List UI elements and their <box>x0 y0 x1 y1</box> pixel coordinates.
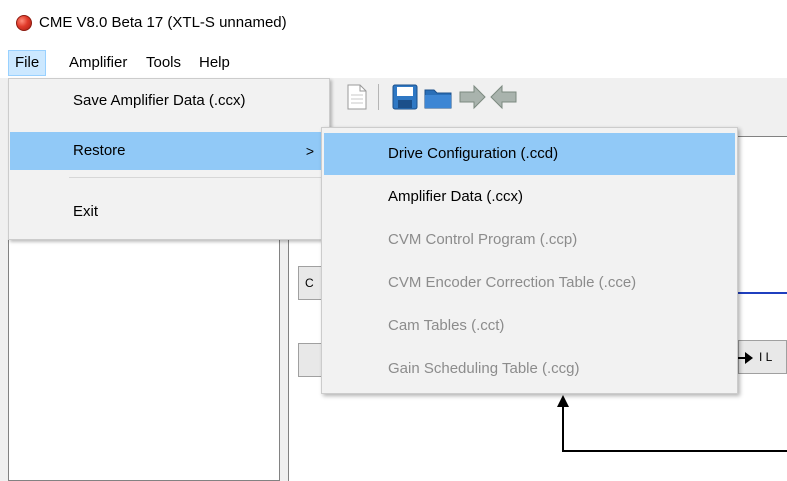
feedback-line <box>562 450 787 452</box>
open-folder-icon[interactable] <box>422 82 454 112</box>
navigation-panel <box>8 198 280 481</box>
menu-item-drive-configuration[interactable]: Drive Configuration (.ccd) <box>324 133 735 175</box>
title-bar: CME V8.0 Beta 17 (XTL-S unnamed) <box>0 0 787 48</box>
new-document-icon[interactable] <box>340 82 372 112</box>
submenu-arrow-icon: > <box>305 143 314 159</box>
restore-submenu: Drive Configuration (.ccd) Amplifier Dat… <box>321 127 738 394</box>
menu-item-restore[interactable]: Restore > <box>10 132 328 170</box>
menu-separator <box>69 177 324 178</box>
menu-item-exit[interactable]: Exit <box>10 193 328 231</box>
menu-item-save-amplifier-data[interactable]: Save Amplifier Data (.ccx) <box>10 82 328 120</box>
file-menu: Save Amplifier Data (.ccx) Restore > Exi… <box>8 78 330 240</box>
window-title: CME V8.0 Beta 17 (XTL-S unnamed) <box>39 14 287 31</box>
save-icon[interactable] <box>388 82 420 112</box>
menu-item-amplifier-data[interactable]: Amplifier Data (.ccx) <box>324 176 735 218</box>
menu-item-cvm-encoder-correction-table: CVM Encoder Correction Table (.cce) <box>388 274 637 291</box>
menu-help[interactable]: Help <box>193 50 236 76</box>
app-icon <box>16 15 32 31</box>
signal-line <box>738 292 787 294</box>
menu-bar: File Amplifier Tools Help <box>0 50 787 76</box>
menu-item-label: Restore <box>73 142 126 159</box>
forward-arrow-icon[interactable] <box>456 82 488 112</box>
back-arrow-icon[interactable] <box>488 82 520 112</box>
arrow-head-icon <box>745 352 753 364</box>
menu-file[interactable]: File <box>8 50 47 76</box>
menu-tools[interactable]: Tools <box>140 50 187 76</box>
menu-item-cvm-control-program: CVM Control Program (.ccp) <box>388 231 578 248</box>
menu-item-gain-scheduling-table: Gain Scheduling Table (.ccg) <box>388 360 580 377</box>
menu-amplifier[interactable]: Amplifier <box>63 50 133 76</box>
menu-item-cam-tables: Cam Tables (.cct) <box>388 317 505 334</box>
arrow-up-icon <box>557 395 569 407</box>
toolbar-separator <box>378 84 379 110</box>
feedback-line <box>562 405 564 451</box>
